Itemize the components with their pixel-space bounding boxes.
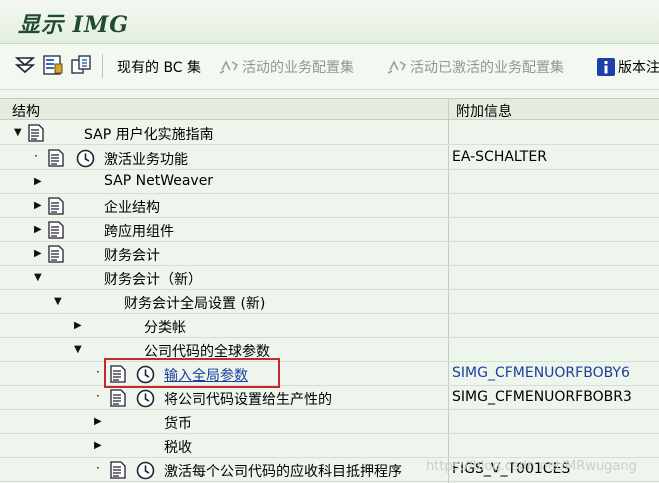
version-button[interactable]: 版本注 xyxy=(596,56,659,78)
document-icon[interactable] xyxy=(48,149,64,167)
find-icon[interactable] xyxy=(42,54,64,76)
collapse-arrow-icon[interactable]: ▶ xyxy=(34,176,42,187)
document-icon[interactable] xyxy=(48,197,64,215)
leaf-bullet: · xyxy=(96,389,100,403)
additional-info: EA-SCHALTER xyxy=(452,149,547,165)
tree-node-label[interactable]: 货币 xyxy=(164,413,192,433)
tree-node-label[interactable]: 财务会计 xyxy=(104,245,160,265)
tree-row[interactable]: ▶ 分类帐 xyxy=(0,314,659,338)
tree-node-label[interactable]: 财务会计（新） xyxy=(104,269,202,289)
version-label: 版本注 xyxy=(618,60,659,76)
collapse-arrow-icon[interactable]: ▶ xyxy=(34,200,42,211)
tree-row[interactable]: · 将公司代码设置给生产性的 SIMG_CFMENUORFBOBR3 xyxy=(0,386,659,410)
leaf-bullet: · xyxy=(34,149,38,163)
tree-node-label[interactable]: 分类帐 xyxy=(144,317,186,337)
tree-row[interactable]: ▶ 货币 xyxy=(0,410,659,434)
collapse-arrow-icon[interactable]: ▶ xyxy=(94,440,102,451)
document-icon[interactable] xyxy=(110,461,126,479)
bc-sets-label: 现有的 BC 集 xyxy=(117,60,202,76)
tree-row[interactable]: ▶ 企业结构 xyxy=(0,194,659,218)
tree-node-label[interactable]: 将公司代码设置给生产性的 xyxy=(164,389,332,409)
copy-icon[interactable] xyxy=(70,54,92,76)
expand-arrow-icon[interactable]: ▼ xyxy=(54,296,62,307)
tree-node-label[interactable]: 财务会计全局设置 (新) xyxy=(124,293,265,313)
expand-arrow-icon[interactable]: ▼ xyxy=(14,127,22,138)
toolbar: 现有的 BC 集 活动的业务配置集 活动已激活的业务配置集 版本注 xyxy=(0,44,659,90)
leaf-bullet: · xyxy=(96,365,100,379)
collapse-arrow-icon[interactable]: ▶ xyxy=(34,224,42,235)
tree-row[interactable]: · 激活业务功能 EA-SCHALTER xyxy=(0,146,659,170)
expand-arrow-icon[interactable]: ▼ xyxy=(74,344,82,355)
tree-node-label[interactable]: 税收 xyxy=(164,437,192,457)
tree-row[interactable]: ▼ 财务会计全局设置 (新) xyxy=(0,290,659,314)
additional-info: SIMG_CFMENUORFBOBY6 xyxy=(452,365,630,381)
table-header: 结构 附加信息 xyxy=(0,98,659,120)
highlight-box xyxy=(104,358,280,388)
collapse-arrow-icon[interactable]: ▶ xyxy=(94,416,102,427)
tree-row[interactable]: ▶ 财务会计 xyxy=(0,242,659,266)
tree-node-label[interactable]: 企业结构 xyxy=(104,197,160,217)
toolbar-separator xyxy=(102,54,103,78)
title-bar: 显示 IMG xyxy=(0,0,659,44)
collapse-arrow-icon[interactable]: ▶ xyxy=(74,320,82,331)
clock-icon[interactable] xyxy=(76,149,95,168)
expand-all-icon[interactable] xyxy=(14,54,36,76)
expand-arrow-icon[interactable]: ▼ xyxy=(34,272,42,283)
tree-row[interactable]: · 输入全局参数 SIMG_CFMENUORFBOBY6 xyxy=(0,362,659,386)
window-title: 显示 IMG xyxy=(18,12,130,38)
tree-row[interactable]: ▶ SAP NetWeaver xyxy=(0,170,659,194)
tree-row[interactable]: ▼ 财务会计（新） xyxy=(0,266,659,290)
tree-row[interactable]: ▼ SAP 用户化实施指南 xyxy=(0,121,659,145)
config-set-icon xyxy=(387,60,407,74)
leaf-bullet: · xyxy=(96,461,100,475)
activated-biz-config-label: 活动已激活的业务配置集 xyxy=(410,60,564,76)
tree-node-label[interactable]: 跨应用组件 xyxy=(104,221,174,241)
document-icon[interactable] xyxy=(28,124,44,142)
tree-node-label[interactable]: SAP 用户化实施指南 xyxy=(84,124,214,144)
tree-row[interactable]: ▼ 公司代码的全球参数 xyxy=(0,338,659,362)
config-set-icon xyxy=(219,60,239,74)
collapse-arrow-icon[interactable]: ▶ xyxy=(34,248,42,259)
tree-row[interactable]: ▶ 税收 xyxy=(0,434,659,458)
column-header-structure[interactable]: 结构 xyxy=(12,101,40,121)
tree-node-label[interactable]: SAP NetWeaver xyxy=(104,173,213,189)
clock-icon[interactable] xyxy=(136,461,155,480)
column-header-info[interactable]: 附加信息 xyxy=(456,101,512,121)
tree-node-label[interactable]: 激活业务功能 xyxy=(104,149,188,169)
active-biz-config-button[interactable]: 活动的业务配置集 xyxy=(218,56,354,78)
document-icon[interactable] xyxy=(48,221,64,239)
clock-icon[interactable] xyxy=(136,389,155,408)
additional-info: SIMG_CFMENUORFBOBR3 xyxy=(452,389,632,405)
activated-biz-config-button[interactable]: 活动已激活的业务配置集 xyxy=(386,56,564,78)
document-icon[interactable] xyxy=(110,389,126,407)
bc-sets-button[interactable]: 现有的 BC 集 xyxy=(117,56,201,78)
tree-row[interactable]: ▶ 跨应用组件 xyxy=(0,218,659,242)
watermark: https://blog.csdn.net/MRwugang xyxy=(426,459,637,474)
tree-node-label[interactable]: 激活每个公司代码的应收科目抵押程序 xyxy=(164,461,402,481)
active-biz-config-label: 活动的业务配置集 xyxy=(242,60,354,76)
info-icon xyxy=(597,58,615,76)
document-icon[interactable] xyxy=(48,245,64,263)
